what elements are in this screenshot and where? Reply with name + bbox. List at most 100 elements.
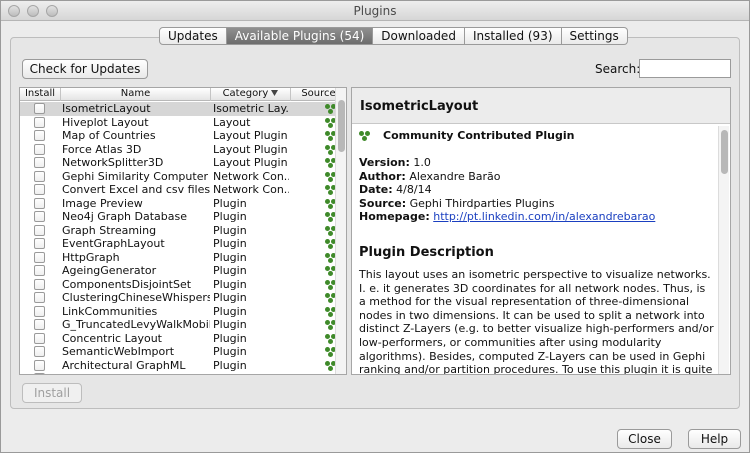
table-row[interactable]: Image Preview Plugin [20,197,336,211]
plugin-name: Neo4j Graph Database [62,210,188,223]
table-row[interactable]: Concentric Layout Plugin [20,332,336,346]
plugin-name: HttpGraph [62,250,120,264]
plugin-name: Map of Countries [62,129,156,142]
table-row[interactable]: AgeingGenerator Plugin [20,264,336,278]
homepage-link[interactable]: http://pt.linkedin.com/in/alexandrebarao [433,210,655,223]
install-checkbox[interactable] [34,359,45,371]
title-bar: Plugins [1,1,749,21]
install-checkbox[interactable] [34,251,45,263]
table-row[interactable]: Hiveplot Layout Layout [20,116,336,130]
table-row[interactable]: HttpGraph Plugin [20,251,336,265]
plugin-name: Convert Excel and csv files t... [62,183,210,196]
table-row[interactable]: SemanticWebImport Plugin [20,345,336,359]
install-checkbox[interactable] [34,238,45,249]
homepage-line: Homepage: http://pt.linkedin.com/in/alex… [359,210,655,223]
table-row[interactable]: LinkCommunities Plugin [20,305,336,319]
install-checkbox[interactable] [34,143,45,155]
plugin-name: G_TruncatedLevyWalkMobilit... [62,318,210,331]
install-checkbox[interactable] [34,224,45,236]
plugin-category: Plugin [213,291,247,304]
table-row[interactable] [20,372,336,374]
plugin-name: Concentric Layout [62,331,162,345]
table-row[interactable]: Convert Excel and csv files t...Network … [20,183,336,197]
plugin-category: Plugin [213,223,247,237]
install-checkbox[interactable] [34,278,45,290]
table-scrollbar-thumb[interactable] [338,100,345,152]
table-row[interactable]: Map of Countries Layout Plugin [20,129,336,143]
install-checkbox[interactable] [34,319,45,330]
close-button[interactable]: Close [617,429,672,449]
install-checkbox[interactable] [34,346,45,357]
install-button[interactable]: Install [22,383,82,403]
column-header-category[interactable]: Category [211,88,291,101]
plugin-category: Isometric Lay... [213,102,289,115]
install-checkbox[interactable] [34,116,45,128]
sort-descending-icon [271,90,279,96]
plugin-name: ComponentsDisjointSet [62,277,192,291]
table-row[interactable]: ClusteringChineseWhispers Plugin [20,291,336,305]
install-checkbox[interactable] [34,170,45,182]
table-row[interactable]: EventGraphLayout Plugin [20,237,336,251]
plugin-category: Network Con... [213,169,289,183]
date-label: Date: [359,183,393,196]
table-row[interactable]: ComponentsDisjointSet Plugin [20,278,336,292]
table-row[interactable]: Neo4j Graph Database Plugin [20,210,336,224]
tab-updates[interactable]: Updates [159,27,227,45]
install-checkbox[interactable] [34,211,45,222]
source-label: Source: [359,197,407,210]
install-checkbox[interactable] [34,157,45,168]
plugins-table: Install Name Category Source IsometricLa… [19,87,347,375]
table-row[interactable]: Graph Streaming Plugin [20,224,336,238]
table-row[interactable]: G_TruncatedLevyWalkMobilit...Plugin [20,318,336,332]
install-checkbox[interactable] [34,197,45,209]
column-header-install[interactable]: Install [20,88,61,101]
install-checkbox[interactable] [34,305,45,317]
version-line: Version: 1.0 [359,156,431,169]
description-title: Plugin Description [359,245,494,260]
details-scrollbar-thumb[interactable] [721,130,728,174]
install-checkbox[interactable] [34,103,45,114]
install-checkbox[interactable] [34,292,45,303]
plugin-category: Plugin [213,318,247,331]
tab-available-plugins[interactable]: Available Plugins (54) [226,27,374,45]
tab-settings[interactable]: Settings [561,27,628,45]
table-row[interactable]: Architectural GraphML Plugin [20,359,336,373]
install-checkbox[interactable] [34,332,45,344]
window-title: Plugins [353,4,397,18]
plugin-name: NetworkSplitter3D [62,156,164,169]
plugin-category: Plugin [213,237,247,250]
tab-bar: Updates Available Plugins (54) Downloade… [159,27,628,45]
plugin-category: Layout [213,115,251,129]
plugin-category: Plugin [213,210,247,223]
details-scrollbar[interactable] [718,126,729,374]
table-row[interactable]: IsometricLayout Isometric Lay... [20,102,336,116]
table-row[interactable]: Gephi Similarity Computer Network Con... [20,170,336,184]
install-checkbox[interactable] [34,184,45,195]
column-header-category-label: Category [222,88,269,99]
plugins-window: Plugins Updates Available Plugins (54) D… [0,0,750,453]
plugin-name: ClusteringChineseWhispers [62,291,210,304]
install-checkbox[interactable] [34,130,45,141]
plugin-category: Plugin [213,196,247,210]
plugin-details-panel: IsometricLayout Community Contributed Pl… [351,87,731,375]
plugin-category: Layout Plugin [213,142,288,156]
plugin-name: LinkCommunities [62,304,158,318]
help-button[interactable]: Help [688,429,741,449]
plugin-name: EventGraphLayout [62,237,165,250]
check-for-updates-button[interactable]: Check for Updates [22,59,148,79]
plugin-category: Plugin [213,264,247,277]
table-row[interactable]: NetworkSplitter3D Layout Plugin [20,156,336,170]
plugin-category: Layout Plugin [213,129,288,142]
tab-downloaded[interactable]: Downloaded [373,27,465,45]
search-input[interactable] [639,59,731,78]
plugin-category: Plugin [213,304,247,318]
column-header-name[interactable]: Name [61,88,211,101]
install-checkbox[interactable] [34,265,45,276]
author-line: Author: Alexandre Barão [359,170,501,183]
details-header: IsometricLayout [352,88,730,124]
table-scrollbar[interactable] [335,88,346,374]
install-checkbox[interactable] [34,373,45,374]
table-row[interactable]: Force Atlas 3D Layout Plugin [20,143,336,157]
tab-installed[interactable]: Installed (93) [464,27,562,45]
table-header: Install Name Category Source [20,88,346,101]
